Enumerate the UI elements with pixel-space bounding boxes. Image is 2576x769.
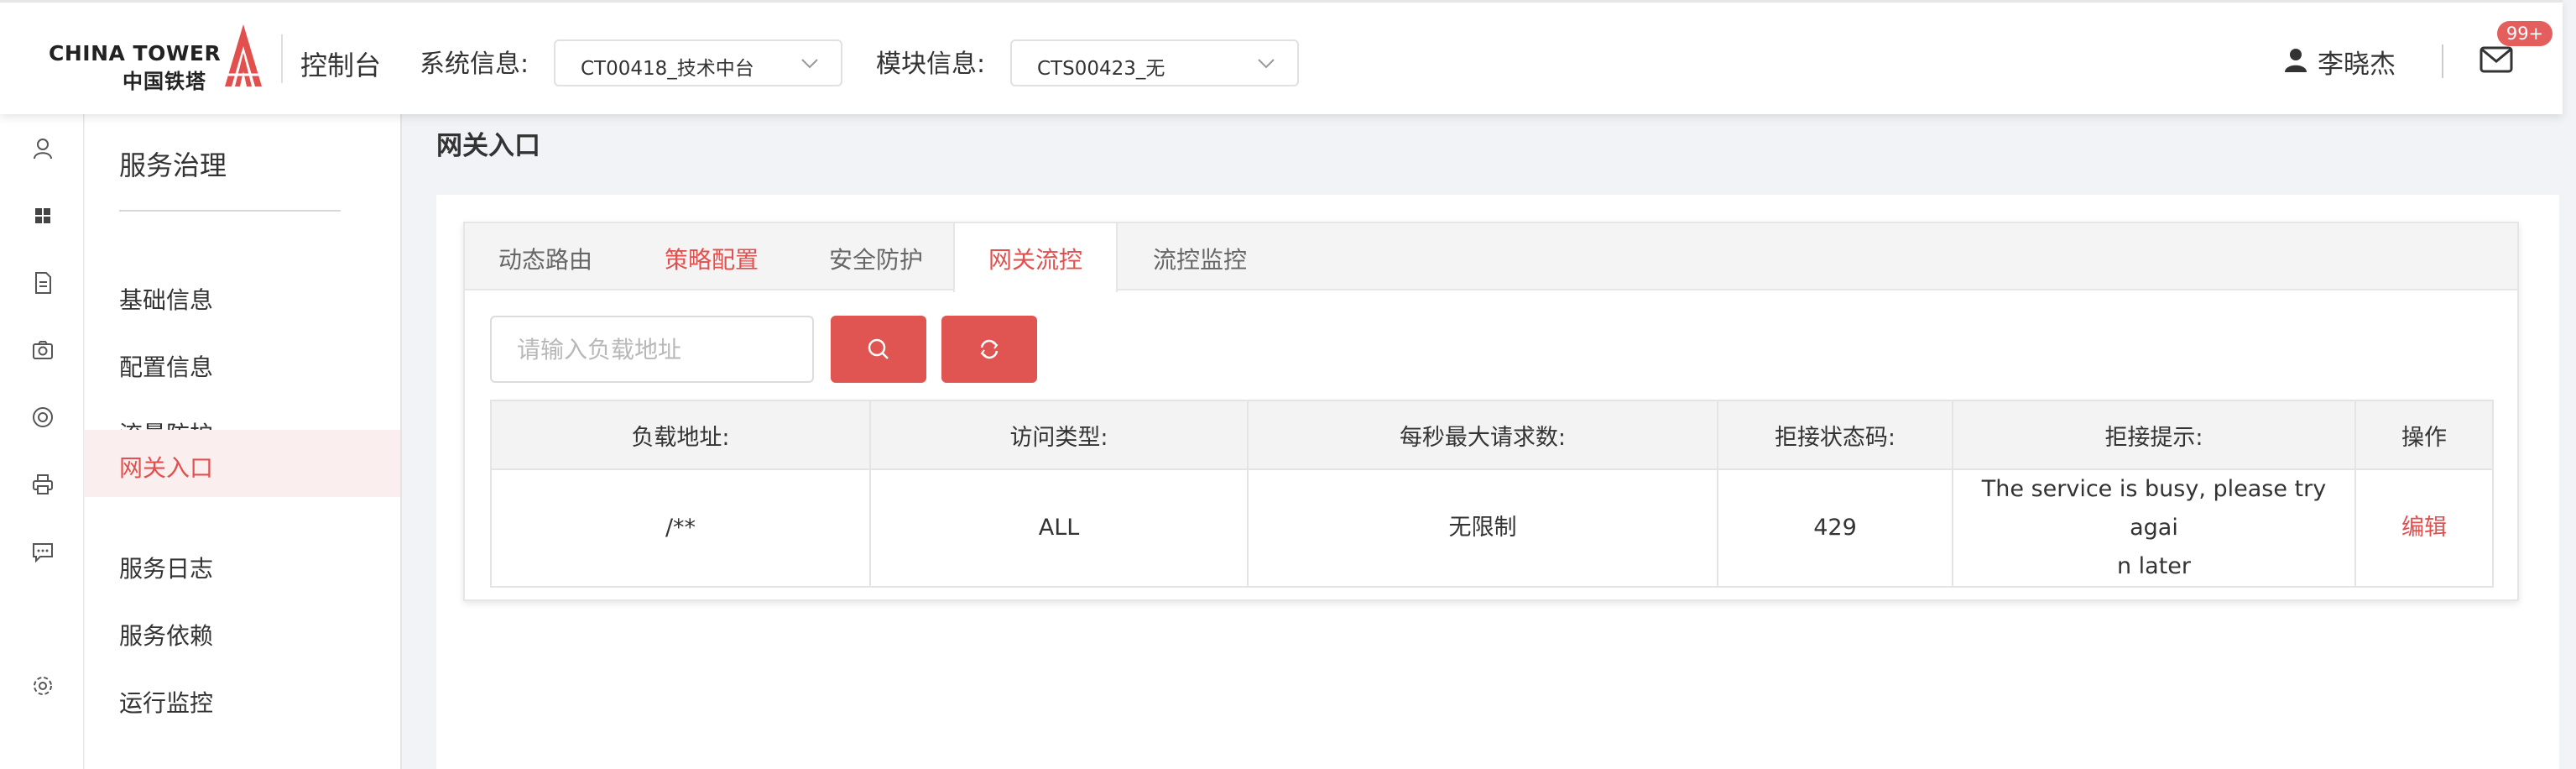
tab-label: 安全防护 <box>829 246 924 274</box>
tab-bar: 动态路由 策略配置 安全防护 网关流控 流控监控 <box>465 223 2517 292</box>
sidebar-item-runtime-monitor[interactable]: 运行监控 <box>85 665 400 732</box>
mail-icon[interactable] <box>2480 46 2513 73</box>
console-label[interactable]: 控制台 <box>300 44 381 83</box>
cell-max-rps: 无限制 <box>1247 468 1718 588</box>
table-header-row: 负载地址: 访问类型: 每秒最大请求数: 拒接状态码: 拒接提示: 操作 <box>490 400 2494 470</box>
tab-flow-monitor[interactable]: 流控监控 <box>1118 223 1282 290</box>
sidebar-item-basic-info[interactable]: 基础信息 <box>85 262 400 329</box>
module-select-value: CTS00423_无 <box>1037 58 1165 80</box>
reject-hint-line-1: The service is busy, please try agai <box>1981 476 2327 541</box>
mail-badge: 99+ <box>2497 21 2553 46</box>
sidebar-item-service-dependency[interactable]: 服务依赖 <box>85 598 400 665</box>
tab-label: 策略配置 <box>665 246 759 274</box>
header-divider-2 <box>2442 44 2443 78</box>
target-icon[interactable] <box>30 405 55 430</box>
refresh-icon <box>980 339 999 359</box>
system-info-label: 系统信息: <box>420 50 529 79</box>
header-divider <box>281 34 283 83</box>
cell-access-type: ALL <box>869 468 1249 588</box>
tab-dynamic-route[interactable]: 动态路由 <box>465 223 629 290</box>
sidebar-item-gateway-entry[interactable]: 网关入口 <box>85 430 400 497</box>
column-header-reject-code: 拒接状态码: <box>1717 400 1953 470</box>
system-select[interactable]: CT00418_技术中台 <box>554 39 842 86</box>
user-icon[interactable] <box>30 136 55 161</box>
tab-security[interactable]: 安全防护 <box>794 223 958 290</box>
edit-link[interactable]: 编辑 <box>2354 468 2494 588</box>
app-window: CHINA TOWER 中国铁塔 控制台 系统信息: CT00418_技术中台 … <box>0 0 2576 769</box>
column-header-load-address: 负载地址: <box>490 400 871 470</box>
sidebar-item-label: 运行监控 <box>119 689 214 717</box>
tab-card: 动态路由 策略配置 安全防护 网关流控 流控监控 负载地址: 访问类型: 每秒最… <box>463 222 2519 601</box>
cell-reject-hint: The service is busy, please try agai n la… <box>1952 468 2356 588</box>
tab-gateway-flow-control[interactable]: 网关流控 <box>953 223 1118 292</box>
sidebar-item-config-info[interactable]: 配置信息 <box>85 329 400 396</box>
column-header-max-rps: 每秒最大请求数: <box>1247 400 1718 470</box>
sidebar-item-label: 服务日志 <box>119 555 214 583</box>
search-button[interactable] <box>831 316 926 383</box>
tab-label: 流控监控 <box>1153 246 1248 274</box>
column-header-access-type: 访问类型: <box>869 400 1249 470</box>
user-icon <box>2285 49 2307 72</box>
tab-label: 网关流控 <box>988 246 1083 274</box>
chevron-down-icon <box>1258 59 1275 69</box>
search-input-wrapper <box>490 316 814 383</box>
system-select-value: CT00418_技术中台 <box>581 58 754 80</box>
chat-icon[interactable] <box>30 539 55 564</box>
settings-icon[interactable] <box>30 673 55 698</box>
table-row: /** ALL 无限制 429 The service is busy, ple… <box>490 468 2494 588</box>
page-title: 网关入口 <box>436 131 540 161</box>
reject-hint-line-2: n later <box>2116 553 2192 579</box>
sidebar-divider <box>119 210 341 212</box>
icon-sidebar <box>0 114 84 769</box>
cell-reject-code: 429 <box>1717 468 1953 588</box>
logo-text-en: CHINA TOWER <box>49 41 222 65</box>
column-header-actions: 操作 <box>2354 400 2494 470</box>
cell-load-address: /** <box>490 468 871 588</box>
module-select[interactable]: CTS00423_无 <box>1010 39 1299 86</box>
search-input[interactable] <box>517 317 802 381</box>
user-name: 李晓杰 <box>2318 50 2396 80</box>
gateway-flow-table: 负载地址: 访问类型: 每秒最大请求数: 拒接状态码: 拒接提示: 操作 /**… <box>490 400 2494 588</box>
sidebar-title: 服务治理 <box>119 149 227 181</box>
tab-policy-config[interactable]: 策略配置 <box>629 223 794 290</box>
sidebar-item-label: 配置信息 <box>119 353 214 381</box>
apps-icon[interactable] <box>30 203 55 228</box>
sidebar-item-label: 网关入口 <box>119 454 214 482</box>
chevron-down-icon <box>801 59 818 69</box>
top-header: CHINA TOWER 中国铁塔 控制台 系统信息: CT00418_技术中台 … <box>0 0 2563 114</box>
camera-icon[interactable] <box>30 337 55 363</box>
refresh-button[interactable] <box>941 316 1037 383</box>
sidebar-item-label: 基础信息 <box>119 286 214 314</box>
tab-label: 动态路由 <box>498 246 593 274</box>
china-tower-logo[interactable]: CHINA TOWER 中国铁塔 <box>49 23 269 93</box>
printer-icon[interactable] <box>30 472 55 497</box>
sidebar-item-label: 服务依赖 <box>119 622 214 650</box>
logo-text-cn: 中国铁塔 <box>123 70 206 93</box>
secondary-sidebar: 服务治理 基础信息 配置信息 流量防护 网关入口 服务日志 服务依赖 运行监控 <box>85 114 402 769</box>
document-icon[interactable] <box>30 270 55 296</box>
column-header-reject-hint: 拒接提示: <box>1952 400 2356 470</box>
module-info-label: 模块信息: <box>876 50 986 79</box>
search-icon <box>868 338 889 359</box>
tower-logo-icon <box>225 24 262 86</box>
sidebar-item-service-log[interactable]: 服务日志 <box>85 531 400 598</box>
